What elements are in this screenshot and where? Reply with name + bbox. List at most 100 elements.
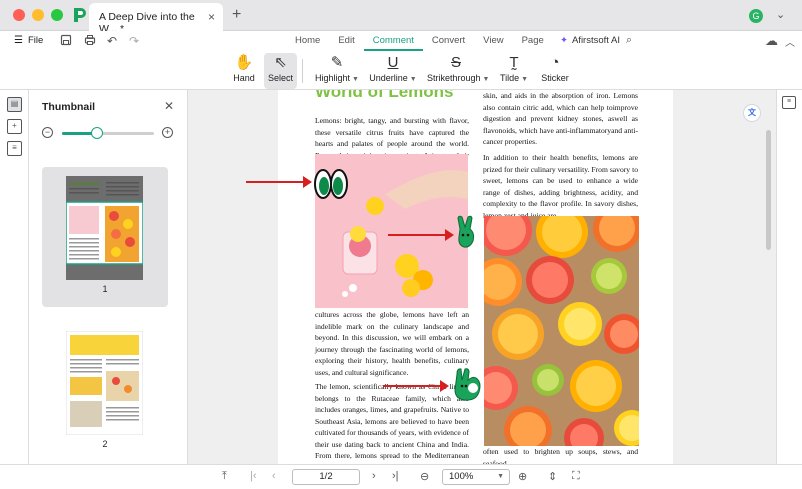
annotation-arrow	[388, 229, 454, 241]
page-1-preview	[66, 176, 143, 280]
file-menu-label: File	[27, 35, 44, 46]
comment-panel-icon[interactable]: ≡	[7, 141, 22, 156]
close-tab-icon[interactable]: ×	[208, 10, 215, 24]
strikethrough-icon: S	[450, 54, 461, 71]
tab-view[interactable]: View	[474, 31, 512, 51]
zoom-window-button[interactable]	[51, 9, 63, 21]
zoom-in-icon[interactable]: ⊕	[518, 470, 527, 483]
right-sidebar-rail: ≡	[776, 90, 802, 464]
close-icon[interactable]: ✕	[164, 99, 174, 113]
fit-page-icon[interactable]: ⛶	[572, 470, 580, 483]
zoom-out-icon[interactable]: ⊖	[420, 470, 429, 483]
file-menu-button[interactable]: ☰ File	[14, 35, 43, 46]
underline-icon: U	[387, 54, 399, 71]
tab-home[interactable]: Home	[286, 31, 329, 51]
toolbar-divider	[302, 59, 303, 83]
tilde-tool-button[interactable]: T̰ Tilde ▼	[499, 53, 529, 89]
user-avatar[interactable]: G	[749, 9, 763, 23]
hand-tool-button[interactable]: ✋ Hand	[228, 53, 260, 89]
fit-width-icon[interactable]: ⇕	[548, 470, 557, 483]
menu-bar: ☰ File ↶ ↷ Home Edit Comment Convert View…	[0, 31, 802, 51]
caret-down-icon: ▼	[497, 473, 504, 480]
redo-icon[interactable]: ↷	[129, 34, 139, 48]
page-2-preview	[66, 331, 143, 435]
caret-down-icon[interactable]: ▼	[483, 76, 490, 83]
zoom-out-icon[interactable]: −	[42, 127, 53, 138]
first-page-icon[interactable]: ⤒	[222, 470, 227, 483]
highlighter-pen-icon: ✎	[330, 54, 344, 71]
highlight-tool-button[interactable]: ✎ Highlight ▼	[312, 53, 362, 89]
cloud-upload-icon[interactable]: ☁	[765, 33, 778, 49]
vertical-scrollbar[interactable]	[766, 130, 771, 250]
select-tool-button[interactable]: ⇖ Select	[264, 53, 297, 89]
print-icon[interactable]	[84, 34, 96, 46]
minimize-window-button[interactable]	[32, 9, 44, 21]
close-window-button[interactable]	[13, 9, 25, 21]
paragraph-lemon-origin: The lemon, scientifically known as Citru…	[315, 382, 469, 464]
tilde-tool-label: Tilde	[499, 73, 520, 83]
chevron-up-icon[interactable]: ︿	[785, 34, 795, 49]
tab-page[interactable]: Page	[513, 31, 553, 51]
document-heading: World of Lemons	[315, 90, 454, 101]
tab-comment[interactable]: Comment	[363, 31, 423, 51]
document-tab[interactable]: A Deep Dive into the W... * ×	[89, 3, 223, 35]
ai-assistant-button[interactable]: ✦ Afirstsoft AI	[560, 35, 620, 46]
hand-tool-label: Hand	[233, 73, 255, 83]
main-tabs: Home Edit Comment Convert View Page	[286, 31, 553, 51]
previous-page-icon[interactable]: ‹	[272, 470, 276, 482]
ok-hand-sticker[interactable]	[451, 366, 483, 402]
properties-panel-icon[interactable]: ≡	[782, 96, 796, 109]
next-page-icon[interactable]: ›	[372, 470, 376, 482]
hand-icon: ✋	[234, 54, 254, 71]
caret-down-icon[interactable]: ▼	[352, 76, 359, 83]
paragraph-health: skin, and aids in the absorption of iron…	[483, 91, 638, 146]
tab-convert[interactable]: Convert	[423, 31, 474, 51]
annotation-arrow	[383, 380, 449, 392]
cursor-arrow-icon: ⇖	[274, 54, 287, 71]
translate-icon[interactable]: 文	[743, 104, 761, 122]
paragraph-seafood: often used to brighten up soups, stews, …	[483, 447, 638, 464]
underline-tool-label: Underline	[369, 73, 408, 83]
document-viewer[interactable]: World of Lemons Lemons: bright, tangy, a…	[188, 90, 776, 464]
bookmark-panel-icon[interactable]: +	[7, 119, 22, 134]
zoom-level-select[interactable]: 100% ▼	[442, 469, 510, 485]
strikethrough-tool-label: Strikethrough	[427, 73, 481, 83]
app-logo-icon	[74, 8, 86, 22]
search-icon[interactable]: ⌕	[626, 34, 632, 47]
ai-assistant-label: Afirstsoft AI	[571, 35, 621, 46]
save-icon[interactable]	[60, 34, 72, 46]
tab-edit[interactable]: Edit	[329, 31, 363, 51]
new-tab-button[interactable]: +	[232, 6, 241, 24]
thumbnail-page-number: 1	[102, 284, 108, 294]
eyes-sticker[interactable]	[314, 168, 348, 200]
slider-handle[interactable]	[90, 127, 103, 139]
caret-down-icon[interactable]: ▼	[410, 76, 417, 83]
zoom-level-value: 100%	[449, 471, 474, 482]
thumbnail-page-2[interactable]: 2	[42, 322, 168, 462]
paragraph-culinary: In addition to their health benefits, le…	[483, 153, 638, 220]
thumbnail-panel-icon[interactable]: ▤	[7, 97, 22, 112]
page-number-input[interactable]: 1/2	[292, 469, 360, 485]
sticker-tool-button[interactable]: ◔ Sticker	[540, 53, 570, 89]
undo-icon[interactable]: ↶	[107, 34, 117, 48]
hamburger-icon: ☰	[14, 35, 23, 46]
title-bar: A Deep Dive into the W... * × + G ⌄	[0, 0, 802, 35]
peace-hand-sticker[interactable]	[456, 215, 476, 249]
strikethrough-tool-button[interactable]: S Strikethrough ▼	[427, 53, 489, 89]
annotation-arrow	[246, 176, 312, 188]
sparkle-icon: ✦	[560, 35, 568, 46]
last-page-icon[interactable]: ›|	[392, 470, 399, 482]
underline-tool-button[interactable]: U Underline ▼	[368, 53, 418, 89]
pdf-page: World of Lemons Lemons: bright, tangy, a…	[278, 90, 673, 464]
thumbnail-zoom-slider[interactable]	[62, 127, 154, 139]
citrus-slices-photo	[484, 216, 639, 446]
chevron-down-icon[interactable]: ⌄	[776, 8, 785, 21]
skip-to-first-icon[interactable]: |‹	[250, 470, 257, 482]
left-sidebar-rail: ▤ + ≡	[0, 90, 29, 464]
paragraph-cultures: cultures across the globe, lemons have l…	[315, 310, 469, 377]
comment-toolbar: ✋ Hand ⇖ Select ✎ Highlight ▼ U Underline…	[0, 51, 802, 90]
select-tool-label: Select	[267, 73, 293, 83]
caret-down-icon[interactable]: ▼	[521, 76, 528, 83]
zoom-in-icon[interactable]: +	[162, 127, 173, 138]
thumbnail-page-1[interactable]: 1	[42, 167, 168, 307]
